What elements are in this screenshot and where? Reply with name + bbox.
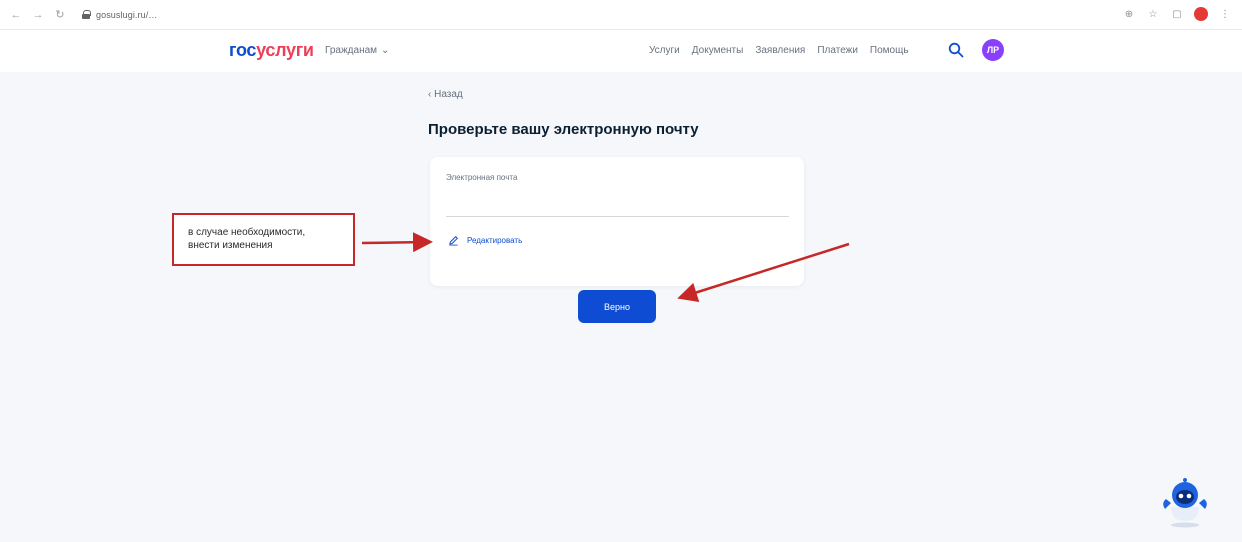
page-title: Проверьте вашу электронную почту bbox=[428, 121, 699, 138]
nav-item-documents[interactable]: Документы bbox=[692, 45, 744, 56]
bookmark-star-icon[interactable]: ☆ bbox=[1146, 7, 1160, 21]
translate-icon[interactable]: ⊕ bbox=[1122, 7, 1136, 21]
assistant-robot-icon[interactable] bbox=[1157, 473, 1213, 529]
search-icon[interactable] bbox=[948, 42, 964, 58]
user-avatar[interactable]: ЛР bbox=[982, 39, 1004, 61]
field-divider bbox=[446, 216, 789, 217]
tab-window-icon[interactable]: ▢ bbox=[1170, 7, 1184, 21]
back-arrow-icon[interactable]: ← bbox=[8, 7, 24, 23]
email-field-label: Электронная почта bbox=[446, 173, 518, 182]
url-text: gosuslugi.ru/… bbox=[96, 9, 158, 20]
edit-email-link[interactable]: Редактировать bbox=[448, 235, 522, 246]
lock-icon bbox=[82, 10, 91, 19]
gosuslugi-logo[interactable]: госуслуги bbox=[229, 40, 314, 61]
site-header: госуслуги Гражданам ⌄ Услуги Документы З… bbox=[0, 30, 1242, 72]
address-bar[interactable]: gosuslugi.ru/… bbox=[82, 6, 157, 24]
annotation-arrow-to-edit bbox=[361, 232, 433, 253]
nav-item-services[interactable]: Услуги bbox=[649, 45, 680, 56]
browser-profile-icon[interactable] bbox=[1194, 7, 1208, 21]
annotation-note: в случае необходимости, внести изменения bbox=[172, 213, 355, 266]
email-card: Электронная почта Редактировать bbox=[430, 157, 804, 286]
main-nav: Услуги Документы Заявления Платежи Помощ… bbox=[649, 45, 909, 56]
edit-email-label: Редактировать bbox=[467, 236, 523, 245]
citizen-dropdown[interactable]: Гражданам ⌄ bbox=[325, 45, 389, 56]
forward-arrow-icon[interactable]: → bbox=[30, 7, 46, 23]
nav-item-applications[interactable]: Заявления bbox=[755, 45, 805, 56]
browser-menu-icon[interactable]: ⋮ bbox=[1218, 7, 1232, 21]
nav-item-help[interactable]: Помощь bbox=[870, 45, 909, 56]
nav-item-payments[interactable]: Платежи bbox=[817, 45, 858, 56]
citizen-label: Гражданам bbox=[325, 45, 378, 56]
chevron-down-icon: ⌄ bbox=[381, 45, 390, 56]
pencil-icon bbox=[449, 236, 458, 246]
annotation-line-1: в случае необходимости, bbox=[188, 227, 306, 238]
back-link[interactable]: ‹ Назад bbox=[428, 89, 463, 100]
browser-actions: ⊕ ☆ ▢ ⋮ bbox=[1122, 7, 1232, 21]
reload-icon[interactable]: ↻ bbox=[52, 7, 68, 23]
logo-part-gos: гос bbox=[229, 40, 257, 60]
browser-toolbar: ← → ↻ gosuslugi.ru/… ⊕ ☆ ▢ ⋮ bbox=[0, 0, 1242, 30]
logo-part-uslugi: услуги bbox=[256, 40, 314, 60]
annotation-line-2: внести изменения bbox=[188, 240, 273, 251]
confirm-button[interactable]: Верно bbox=[578, 290, 656, 323]
